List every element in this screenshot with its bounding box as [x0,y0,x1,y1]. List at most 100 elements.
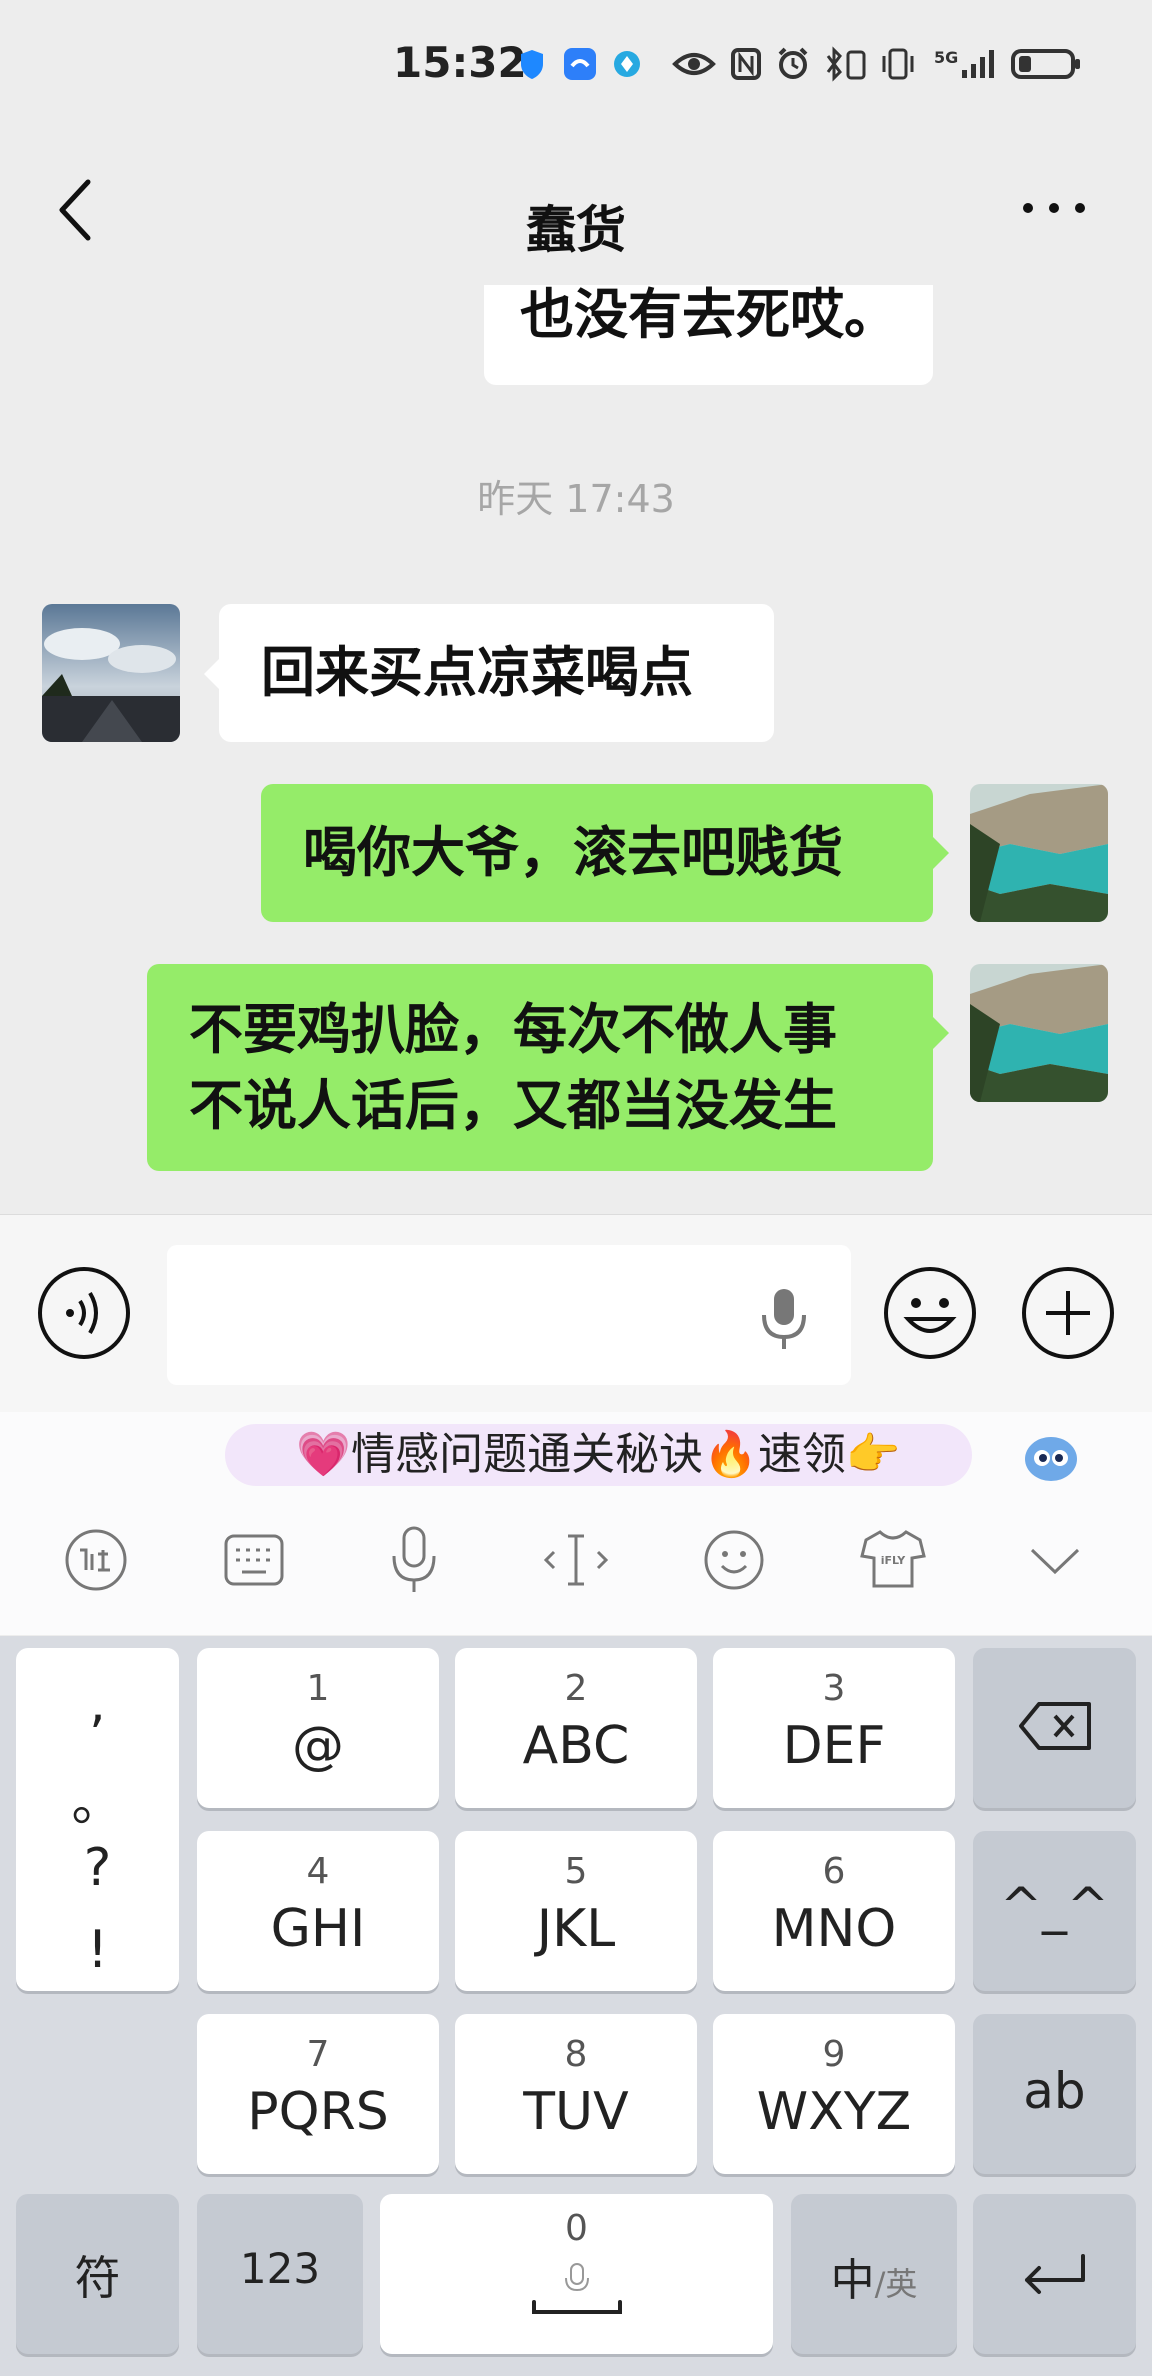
collapse-keyboard-icon[interactable] [1024,1536,1086,1584]
promo-banner[interactable]: 💗情感问题通关秘诀🔥速领👉 [225,1424,972,1486]
voice-input-icon[interactable] [388,1524,440,1596]
language-main: 中 [830,2255,875,2306]
message-bubble-sent[interactable]: 喝你大爷，滚去吧贱货 [261,784,933,922]
plus-icon[interactable] [1020,1265,1116,1361]
message-text: 喝你大爷，滚去吧贱货 [303,821,843,884]
backspace-key[interactable] [973,1648,1136,1808]
space-mic-icon [532,2263,622,2314]
key-5[interactable]: 5 JKL [455,1831,697,1991]
key-2[interactable]: 2 ABC [455,1648,697,1808]
space-key[interactable]: 0 [380,2194,773,2354]
skin-theme-icon[interactable]: iFLY [858,1526,928,1592]
my-avatar[interactable] [970,784,1108,922]
vibrate-icon [882,48,914,80]
nfc-icon [731,48,761,80]
my-avatar[interactable] [970,964,1108,1102]
key-letters: JKL [536,1899,616,1959]
punctuation-question[interactable]: ? [16,1838,179,1898]
key-number: 3 [822,1668,846,1709]
number-key[interactable]: 123 [197,2194,363,2354]
cursor-move-icon[interactable] [540,1528,612,1592]
key-4[interactable]: 4 GHI [197,1831,439,1991]
language-alt: /英 [874,2265,918,2303]
punctuation-period[interactable]: 。 [16,1760,179,1835]
network-type-label: 5G [934,48,959,67]
message-bubble-sent[interactable]: 也没有去死哎。 [484,285,933,385]
status-bar: 15:32 5G [0,0,1152,130]
message-bubble-sent[interactable]: 不要鸡扒脸，每次不做人事 不说人话后，又都当没发生 [147,964,933,1171]
number-key-label: 123 [239,2244,321,2293]
key-number: 4 [306,1851,330,1892]
enter-key[interactable] [973,2194,1136,2354]
punctuation-comma[interactable]: , [16,1674,179,1734]
key-letters: GHI [270,1899,366,1959]
keyboard-toolbar: iFLY [0,1490,1152,1635]
signal-bars-icon [962,50,994,78]
app-notification-icon [614,51,640,77]
message-text-line: 不说人话后，又都当没发生 [189,1074,837,1137]
alarm-icon [778,47,808,79]
emoji-icon[interactable] [882,1265,978,1361]
key-letters: ABC [522,1716,630,1776]
key-letters: @ [292,1716,344,1776]
key-8[interactable]: 8 TUV [455,2014,697,2174]
key-number: 7 [306,2034,330,2075]
key-letters: WXYZ [756,2082,912,2142]
message-text-line: 不要鸡扒脸，每次不做人事 [189,998,837,1061]
key-number: 8 [564,2034,588,2075]
chat-title: 蠢货 [526,201,626,259]
keyboard-layout-icon[interactable] [222,1530,286,1590]
voice-mode-icon[interactable] [36,1265,132,1361]
battery-icon [1011,49,1080,79]
key-9[interactable]: 9 WXYZ [713,2014,955,2174]
key-number: 5 [564,1851,588,1892]
key-6[interactable]: 6 MNO [713,1831,955,1991]
browser-app-icon [564,48,596,80]
shield-icon [521,50,543,79]
key-letters: MNO [771,1899,897,1959]
symbol-key[interactable]: 符 [16,2194,179,2354]
key-number: 2 [564,1668,588,1709]
bluetooth-icon [826,46,866,82]
key-letters: DEF [782,1716,886,1776]
latin-mode-label: ab [1023,2062,1086,2120]
emoticon-key-label: ^_^ [1000,1877,1109,1935]
message-text: 回来买点凉菜喝点 [261,641,693,704]
bubble-tail [933,837,949,869]
key-number: 6 [822,1851,846,1892]
ifly-logo-icon[interactable] [64,1528,128,1592]
key-1[interactable]: 1 @ [197,1648,439,1808]
emoji-panel-icon[interactable] [702,1528,766,1592]
message-input-bar [0,1214,1152,1413]
message-bubble-received[interactable]: 回来买点凉菜喝点 [219,604,774,742]
symbol-key-label: 符 [74,2251,121,2305]
language-switch-key[interactable]: 中/英 [791,2194,957,2354]
punctuation-column[interactable]: , 。 ? ! [16,1648,179,1991]
key-number: 1 [306,1668,330,1709]
latin-mode-key[interactable]: ab [973,2014,1136,2174]
punctuation-exclamation[interactable]: ! [16,1920,179,1980]
message-text: 也没有去死哎。 [520,283,898,346]
t9-keyboard: , 。 ? ! 1 @ 2 ABC 3 DEF 4 GHI 5 JKL 6 MN… [0,1636,1152,2376]
eye-icon [672,53,716,75]
key-7[interactable]: 7 PQRS [197,2014,439,2174]
status-time: 15:32 [393,38,527,87]
key-letters: PQRS [247,2082,389,2142]
message-input[interactable] [167,1245,851,1385]
ifly-mascot-icon[interactable] [1022,1428,1080,1486]
key-3[interactable]: 3 DEF [713,1648,955,1808]
emoticon-key[interactable]: ^_^ [973,1831,1136,1991]
backspace-icon [1019,1702,1091,1750]
contact-avatar[interactable] [42,604,180,742]
microphone-icon[interactable] [756,1283,812,1353]
bubble-tail [204,658,220,690]
svg-text:iFLY: iFLY [881,1554,907,1567]
key-number: 9 [822,2034,846,2075]
message-timestamp: 昨天 17:43 [477,477,675,521]
promo-banner-text: 💗情感问题通关秘诀🔥速领👉 [296,1429,901,1480]
enter-icon [1025,2254,1085,2294]
chat-header: 蠢货 [0,130,1152,285]
space-number: 0 [565,2208,588,2249]
more-options-icon[interactable] [1018,192,1090,224]
key-letters: TUV [523,2082,629,2142]
